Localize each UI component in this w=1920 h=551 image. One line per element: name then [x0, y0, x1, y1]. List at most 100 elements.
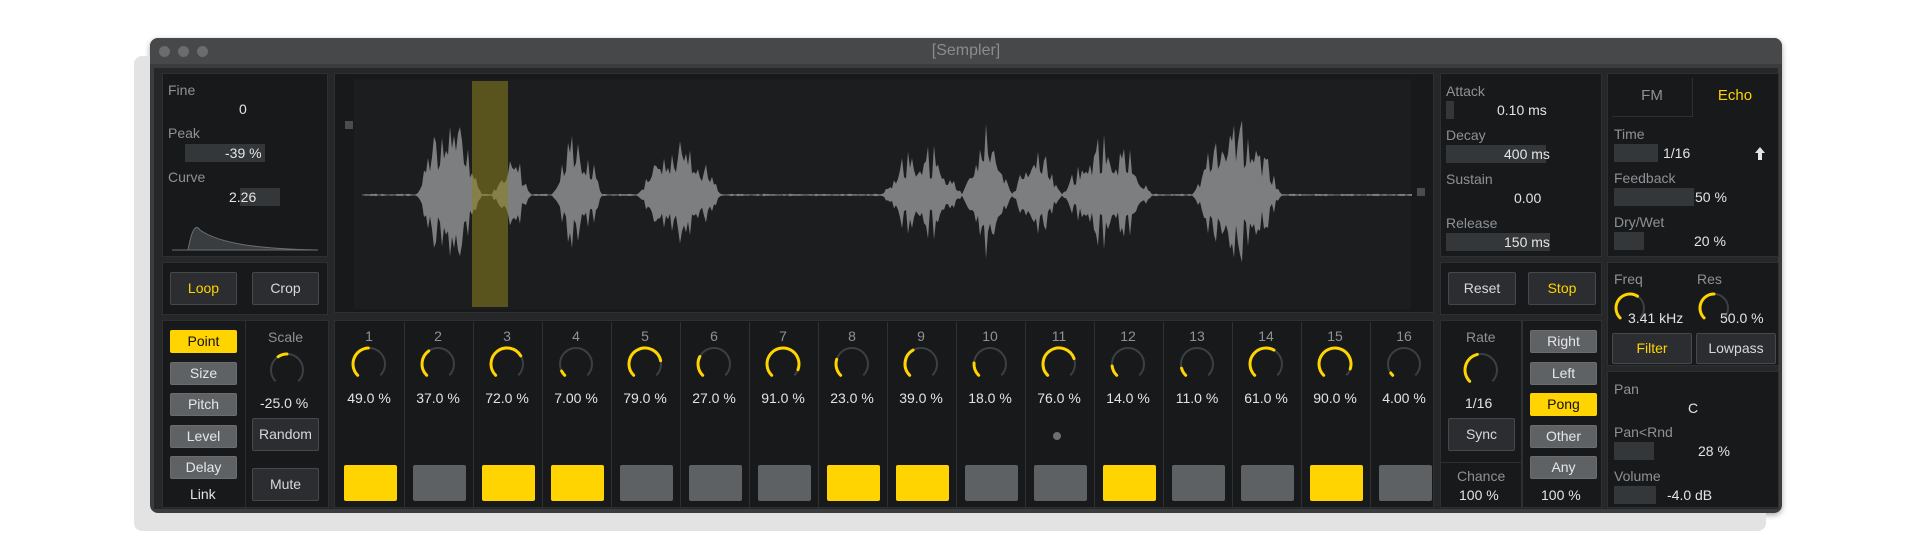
step-value: 76.0 % — [1037, 390, 1081, 406]
attack-bar[interactable] — [1446, 101, 1454, 119]
direction-left[interactable]: Left — [1530, 361, 1597, 385]
step-knob[interactable] — [556, 344, 596, 384]
step-knob[interactable] — [1384, 344, 1424, 384]
step-toggle[interactable] — [1379, 465, 1432, 501]
step-number: 2 — [434, 328, 442, 344]
start-marker-icon[interactable] — [345, 121, 353, 129]
step-value: 91.0 % — [761, 390, 805, 406]
step-knob[interactable] — [901, 344, 941, 384]
step-column-8: 8 23.0 % — [820, 322, 884, 508]
step-knob[interactable] — [349, 344, 389, 384]
stop-button[interactable]: Stop — [1528, 272, 1596, 305]
drywet-value: 20 % — [1694, 233, 1726, 249]
step-value: 72.0 % — [485, 390, 529, 406]
step-column-5: 5 79.0 % — [613, 322, 677, 508]
step-knob[interactable] — [1108, 344, 1148, 384]
zoom-window-button[interactable] — [197, 46, 208, 57]
mod-target-pitch[interactable]: Pitch — [170, 393, 237, 416]
step-toggle[interactable] — [1103, 465, 1156, 501]
step-toggle[interactable] — [620, 465, 673, 501]
chance-value[interactable]: 100 % — [1459, 487, 1499, 503]
step-knob[interactable] — [625, 344, 665, 384]
mod-target-delay[interactable]: Delay — [170, 456, 237, 479]
time-label: Time — [1614, 126, 1645, 142]
step-value: 37.0 % — [416, 390, 460, 406]
direction-value[interactable]: 100 % — [1541, 487, 1581, 503]
step-knob[interactable] — [1177, 344, 1217, 384]
feedback-label: Feedback — [1614, 170, 1676, 186]
attack-value: 0.10 ms — [1497, 102, 1547, 118]
step-knob[interactable] — [694, 344, 734, 384]
step-toggle[interactable] — [551, 465, 604, 501]
step-toggle[interactable] — [1241, 465, 1294, 501]
direction-any[interactable]: Any — [1530, 456, 1597, 479]
pan-rnd-value: 28 % — [1698, 443, 1730, 459]
step-toggle[interactable] — [1172, 465, 1225, 501]
step-toggle[interactable] — [827, 465, 880, 501]
fine-value[interactable]: 0 — [239, 101, 247, 117]
playhead-region[interactable] — [472, 81, 508, 307]
step-value: 61.0 % — [1244, 390, 1288, 406]
step-divider — [1301, 322, 1302, 508]
fine-label: Fine — [168, 82, 196, 98]
step-knob[interactable] — [832, 344, 872, 384]
sustain-value[interactable]: 0.00 — [1514, 190, 1541, 206]
pan-value[interactable]: C — [1688, 400, 1698, 416]
step-toggle[interactable] — [965, 465, 1018, 501]
loop-button[interactable]: Loop — [170, 272, 237, 305]
close-window-button[interactable] — [159, 46, 170, 57]
step-toggle[interactable] — [1310, 465, 1363, 501]
step-toggle[interactable] — [758, 465, 811, 501]
step-toggle[interactable] — [344, 465, 397, 501]
step-knob[interactable] — [970, 344, 1010, 384]
filter-type-select[interactable]: Lowpass — [1696, 333, 1776, 364]
step-divider — [818, 322, 819, 508]
reset-button[interactable]: Reset — [1448, 272, 1516, 305]
step-toggle[interactable] — [896, 465, 949, 501]
curve-graph — [172, 227, 319, 251]
mod-target-level[interactable]: Level — [170, 424, 237, 448]
step-column-14: 14 61.0 % — [1234, 322, 1298, 508]
filter-toggle-button[interactable]: Filter — [1612, 333, 1692, 364]
up-arrow-icon[interactable] — [1754, 145, 1766, 161]
step-toggle[interactable] — [482, 465, 535, 501]
step-knob[interactable] — [763, 344, 803, 384]
sync-button[interactable]: Sync — [1448, 418, 1515, 451]
step-divider — [542, 322, 543, 508]
step-number: 1 — [365, 328, 373, 344]
mute-button[interactable]: Mute — [252, 468, 319, 501]
step-divider — [1232, 322, 1233, 508]
tab-echo[interactable]: Echo — [1695, 78, 1775, 116]
direction-right[interactable]: Right — [1530, 330, 1597, 353]
minimize-window-button[interactable] — [178, 46, 189, 57]
drywet-bar[interactable] — [1614, 232, 1644, 250]
volume-bar[interactable] — [1614, 486, 1656, 504]
end-marker-icon[interactable] — [1417, 188, 1425, 196]
tab-fm[interactable]: FM — [1612, 78, 1693, 117]
step-knob[interactable] — [1315, 344, 1355, 384]
step-number: 6 — [710, 328, 718, 344]
time-bar[interactable] — [1614, 144, 1658, 162]
link-label[interactable]: Link — [190, 486, 216, 502]
step-knob[interactable] — [1246, 344, 1286, 384]
scale-knob[interactable] — [267, 350, 307, 390]
pan-rnd-bar[interactable] — [1614, 442, 1654, 460]
step-knob[interactable] — [1039, 344, 1079, 384]
direction-pong[interactable]: Pong — [1530, 393, 1597, 416]
step-toggle[interactable] — [413, 465, 466, 501]
volume-value: -4.0 dB — [1667, 487, 1713, 503]
random-button[interactable]: Random — [252, 418, 319, 451]
step-toggle[interactable] — [1034, 465, 1087, 501]
scale-value: -25.0 % — [260, 395, 309, 411]
crop-button[interactable]: Crop — [252, 272, 319, 305]
res-label: Res — [1697, 271, 1722, 287]
step-toggle[interactable] — [689, 465, 742, 501]
feedback-bar[interactable] — [1614, 188, 1694, 206]
rate-knob[interactable] — [1461, 350, 1501, 390]
step-divider — [749, 322, 750, 508]
step-knob[interactable] — [418, 344, 458, 384]
direction-other[interactable]: Other — [1530, 424, 1597, 448]
mod-target-size[interactable]: Size — [170, 361, 237, 385]
mod-target-point[interactable]: Point — [170, 330, 237, 353]
step-knob[interactable] — [487, 344, 527, 384]
